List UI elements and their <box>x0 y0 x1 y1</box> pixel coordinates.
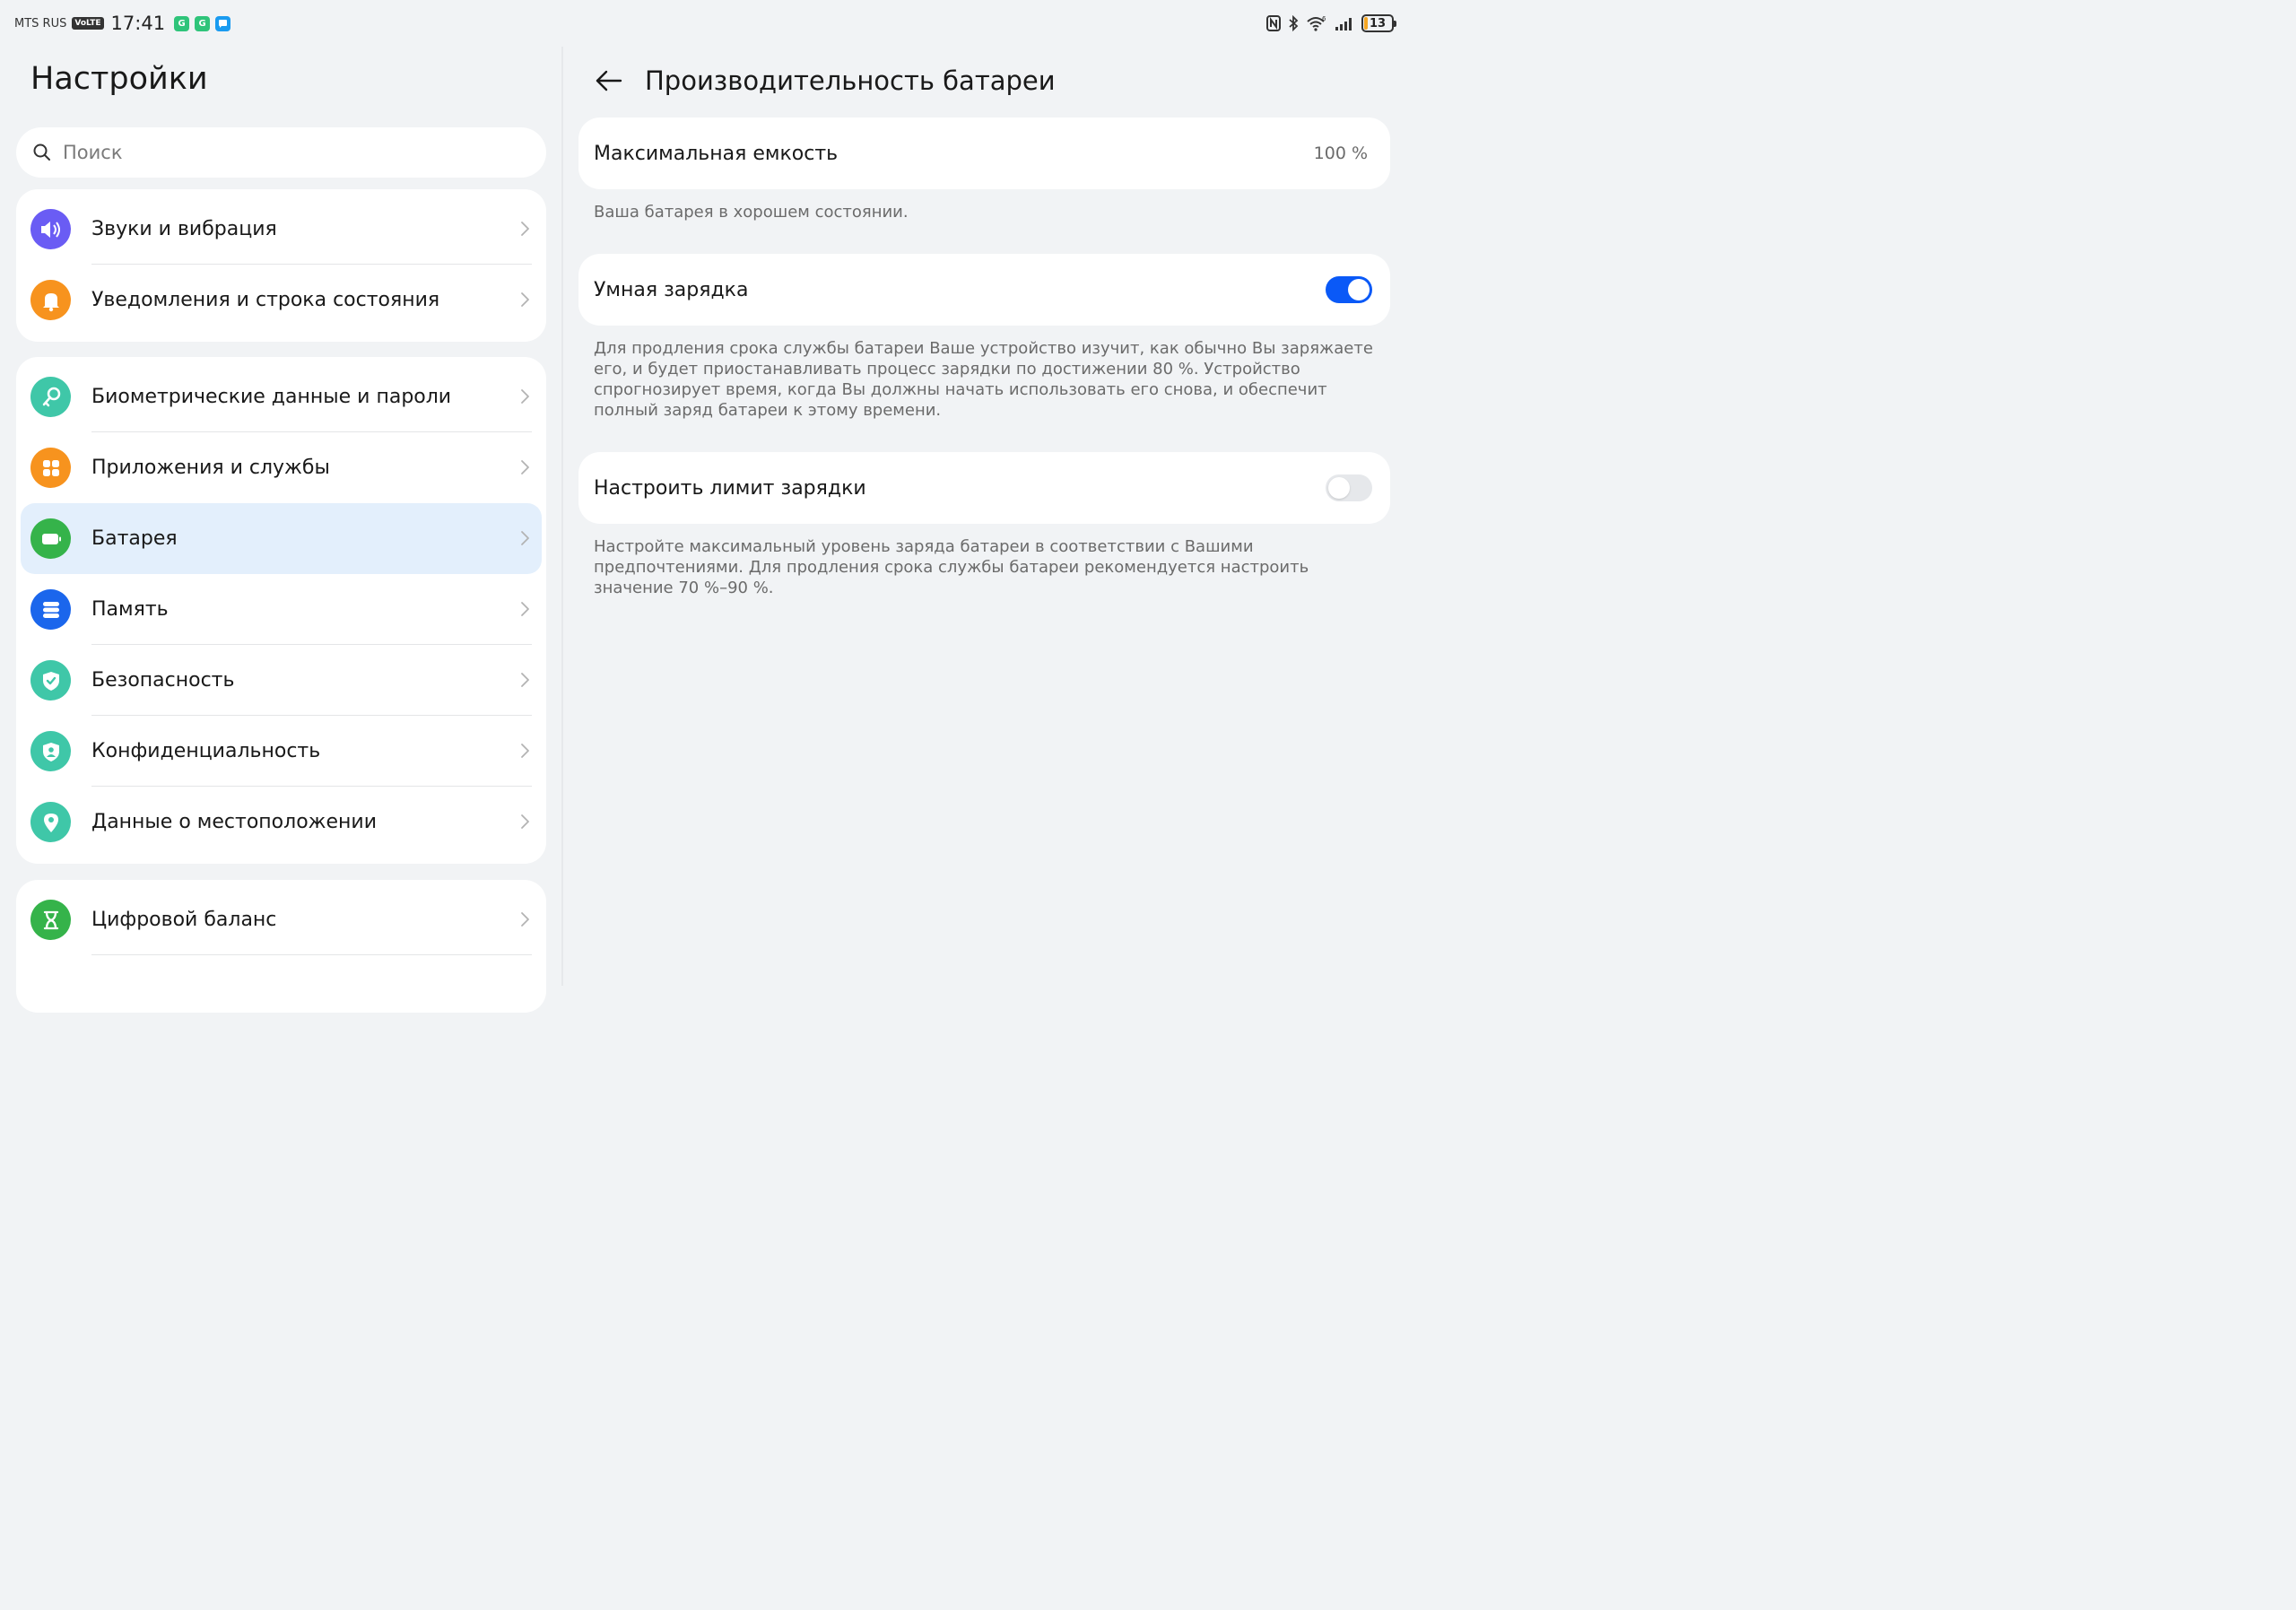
settings-item-label: Звуки и вибрация <box>91 218 277 240</box>
chevron-right-icon <box>521 602 529 616</box>
pane-divider <box>561 47 563 986</box>
chevron-right-icon <box>521 531 529 545</box>
settings-item-hourglass[interactable]: Цифровой баланс <box>16 884 546 955</box>
divider <box>91 954 532 955</box>
bluetooth-icon <box>1288 15 1299 31</box>
settings-item-label: Безопасность <box>91 669 235 692</box>
carrier-name: MTS RUS <box>14 16 67 30</box>
search-icon <box>33 144 50 161</box>
settings-item-label: Цифровой баланс <box>91 909 277 931</box>
location-pin-icon <box>30 802 71 842</box>
charge-limit-toggle[interactable] <box>1326 474 1372 501</box>
bell-icon <box>30 280 71 320</box>
chevron-right-icon <box>521 292 529 307</box>
volte-badge: VoLTE <box>72 17 104 30</box>
settings-item-bell[interactable]: Уведомления и строка состояния <box>16 265 546 335</box>
settings-item-privacy-shield[interactable]: Конфиденциальность <box>16 716 546 787</box>
charge-limit-row[interactable]: Настроить лимит зарядки <box>578 452 1390 524</box>
settings-item-battery[interactable]: Батарея <box>21 503 542 574</box>
settings-item-apps-grid[interactable]: Приложения и службы <box>16 432 546 503</box>
chevron-right-icon <box>521 814 529 829</box>
settings-item-label: Память <box>91 598 169 621</box>
speaker-icon <box>30 209 71 249</box>
svg-text:6: 6 <box>1322 15 1326 22</box>
status-time: 17:41 <box>110 13 166 34</box>
settings-item-label: Данные о местоположении <box>91 811 377 833</box>
apps-grid-icon <box>30 448 71 488</box>
charge-limit-label: Настроить лимит зарядки <box>594 476 866 500</box>
settings-group: Биометрические данные и пароли Приложения… <box>16 357 546 864</box>
battery-indicator: 13 <box>1361 14 1396 32</box>
settings-item-key[interactable]: Биометрические данные и пароли <box>16 361 546 432</box>
status-bar: MTS RUS VoLTE 17:41 G G 6 13 <box>0 0 1406 47</box>
battery-level: 13 <box>1369 16 1387 30</box>
settings-item-label: Конфиденциальность <box>91 740 321 762</box>
settings-item-label: Приложения и службы <box>91 457 330 479</box>
search-input[interactable] <box>63 142 493 163</box>
settings-item-storage[interactable]: Память <box>16 574 546 645</box>
smart-charging-row[interactable]: Умная зарядка <box>578 254 1390 326</box>
wifi-6-icon: 6 <box>1306 15 1327 31</box>
settings-item-speaker[interactable]: Звуки и вибрация <box>16 194 546 265</box>
shield-check-icon <box>30 660 71 701</box>
smart-charging-label: Умная зарядка <box>594 278 749 301</box>
chevron-right-icon <box>521 460 529 474</box>
settings-item-label: Биометрические данные и пароли <box>91 386 452 408</box>
back-arrow-icon[interactable] <box>592 65 624 97</box>
settings-title: Настройки <box>30 61 208 97</box>
chat-app-icon <box>215 15 231 31</box>
chevron-right-icon <box>521 673 529 687</box>
key-icon <box>30 377 71 417</box>
battery-health-text: Ваша батарея в хорошем состоянии. <box>594 203 909 222</box>
charge-limit-description: Настройте максимальный уровень заряда ба… <box>594 537 1309 597</box>
signal-icon <box>1335 16 1354 30</box>
hourglass-icon <box>30 900 71 940</box>
settings-item-label: Батарея <box>91 527 178 550</box>
settings-group: Звуки и вибрация Уведомления и строка сос… <box>16 189 546 342</box>
search-bar[interactable] <box>16 127 546 178</box>
smart-charging-toggle[interactable] <box>1326 276 1372 303</box>
battery-fill <box>1364 17 1368 30</box>
smart-charging-description: Для продления срока службы батареи Ваше … <box>594 339 1373 420</box>
settings-group: Цифровой баланс <box>16 880 546 1013</box>
max-capacity-row: Максимальная емкость 100 % <box>578 117 1390 189</box>
battery-icon <box>30 518 71 559</box>
page-title: Производительность батареи <box>645 65 1056 96</box>
chevron-right-icon <box>521 389 529 404</box>
chevron-right-icon <box>521 912 529 927</box>
settings-item-location-pin[interactable]: Данные о местоположении <box>16 787 546 857</box>
g-app-icon: G <box>195 15 211 31</box>
max-capacity-value: 100 % <box>1313 144 1368 163</box>
nfc-icon <box>1266 15 1281 31</box>
chevron-right-icon <box>521 744 529 758</box>
storage-icon <box>30 589 71 630</box>
g-app-icon: G <box>174 15 190 31</box>
settings-item-shield-check[interactable]: Безопасность <box>16 645 546 716</box>
chevron-right-icon <box>521 222 529 236</box>
privacy-shield-icon <box>30 731 71 771</box>
settings-item-label: Уведомления и строка состояния <box>91 289 440 311</box>
max-capacity-label: Максимальная емкость <box>594 142 839 165</box>
